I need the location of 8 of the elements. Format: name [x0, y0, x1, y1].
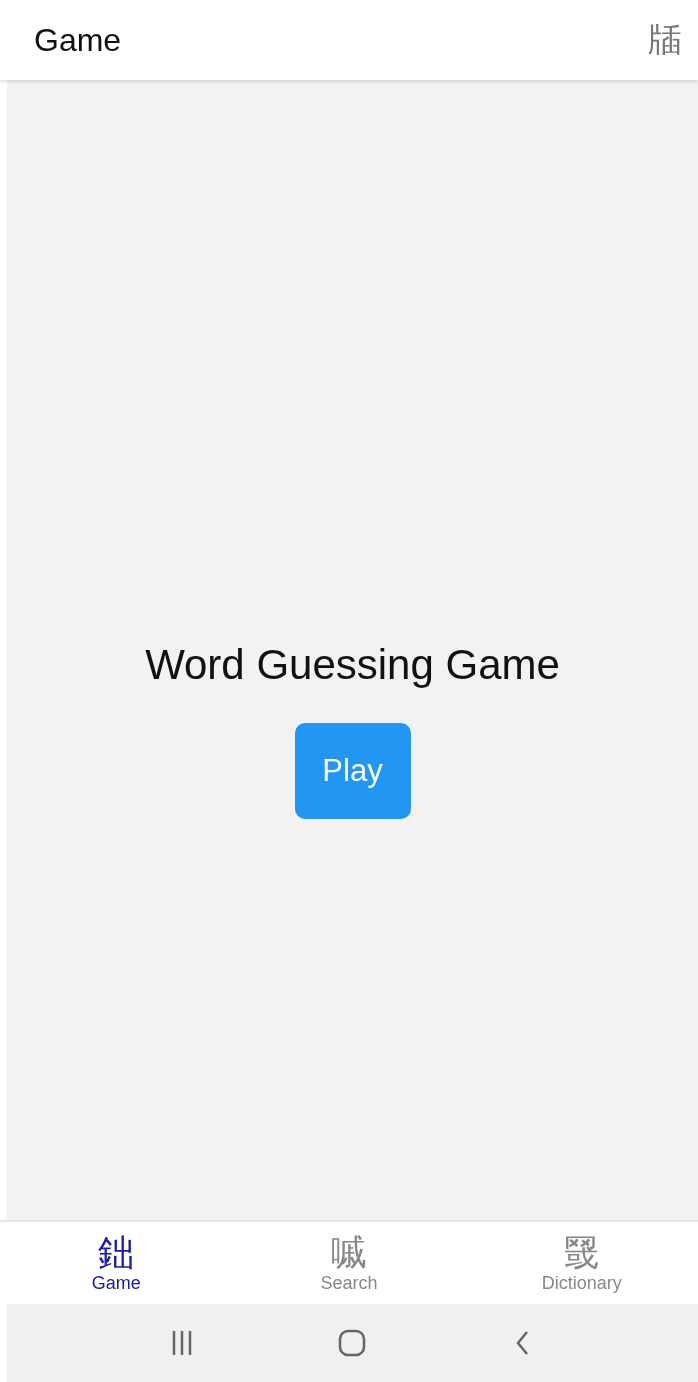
- tab[interactable]: 䍞 Dictionary: [465, 1222, 698, 1304]
- action-button[interactable]: 牐: [646, 17, 684, 63]
- tab[interactable]: 鈯 Game: [0, 1222, 233, 1304]
- play-button[interactable]: Play: [294, 723, 411, 819]
- home-icon[interactable]: [337, 1328, 368, 1358]
- game-heading: Word Guessing Game: [145, 641, 560, 689]
- tab[interactable]: 嘁 Search: [232, 1222, 466, 1304]
- screen-title: Game: [34, 21, 122, 59]
